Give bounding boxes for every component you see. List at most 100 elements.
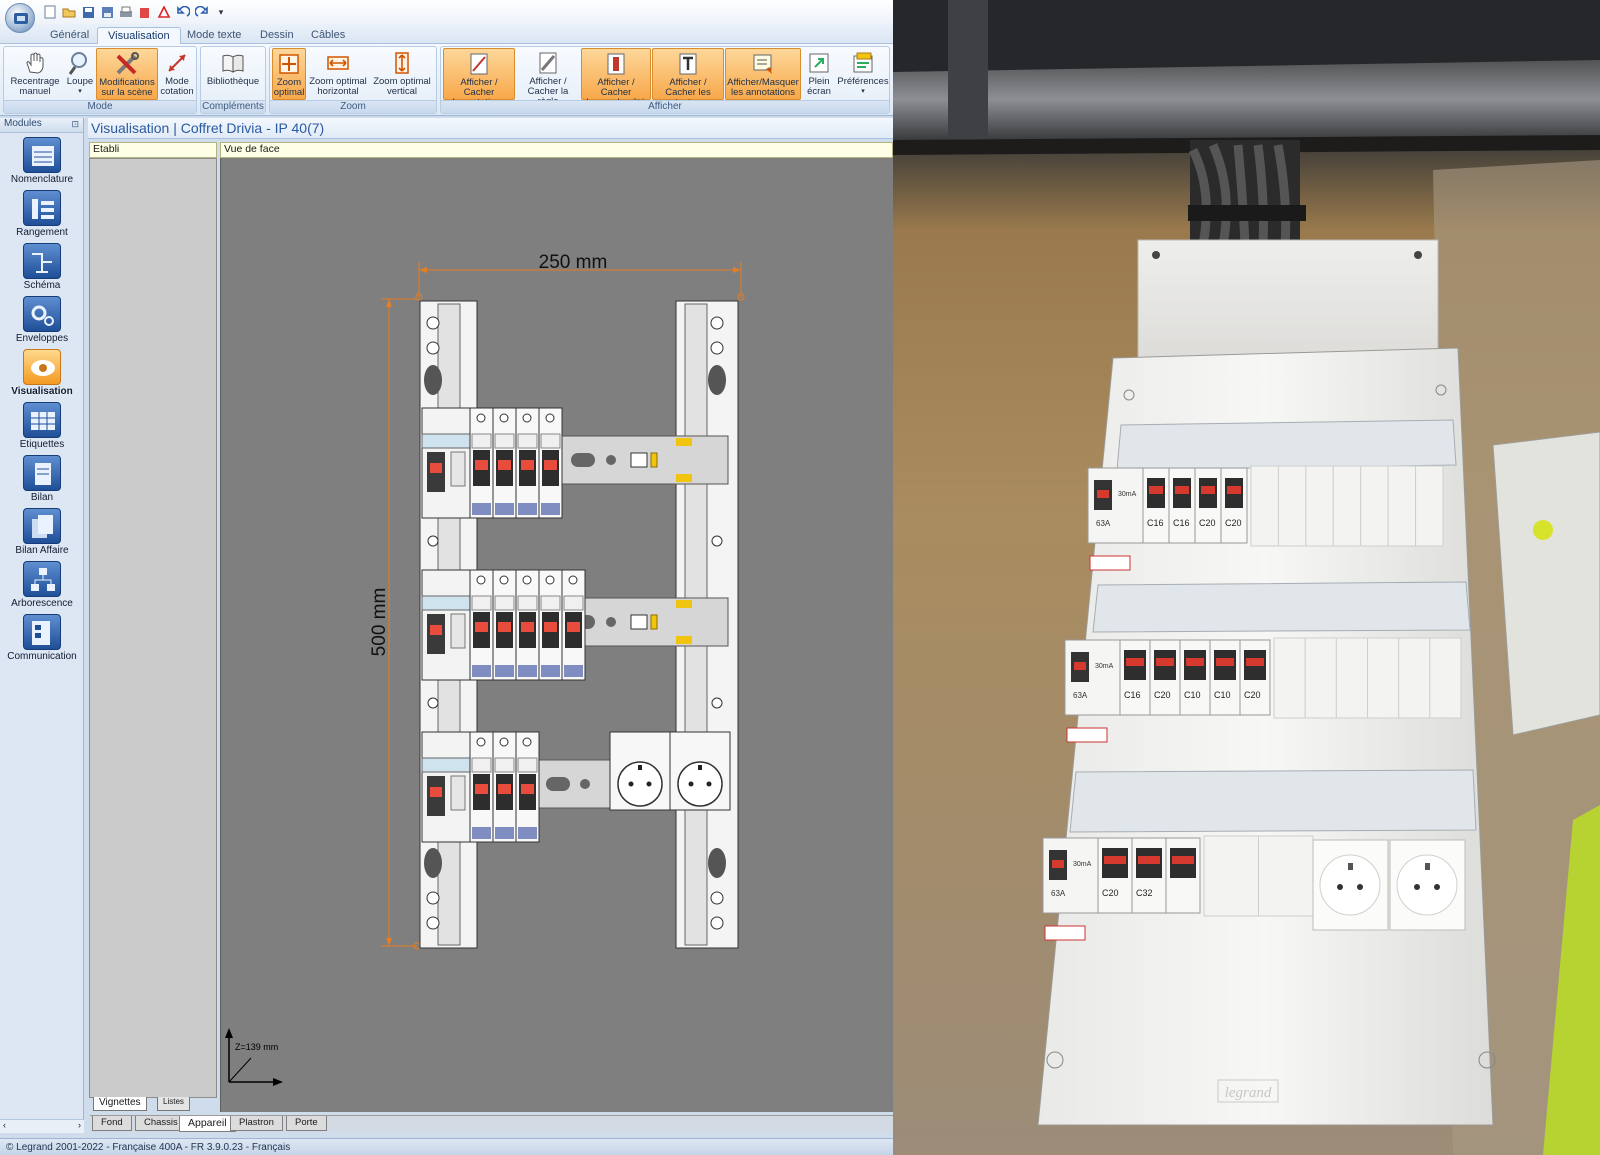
plein-ecran-button[interactable]: Plein écran [802,48,836,100]
annotation-icon [753,54,772,74]
loupe-dropdown-icon[interactable]: ▾ [64,87,96,97]
photo-electrical-panel: legrand 63A 30mA C16 C16 C20 C20 63A 30mA C16 C20… [893,0,1600,1155]
circuit-breaker[interactable] [469,569,494,681]
save-as-icon[interactable] [99,4,115,20]
application-window: ▾ Général Visualisation Mode texte Dessi… [0,0,893,1155]
afficher-textes-button[interactable]: Afficher / Cacher les textes [652,48,724,108]
redo-icon[interactable] [194,4,210,20]
ribbon: Recentrage manuel Loupe ▾ Modifications … [0,44,893,116]
module-label: Schéma [23,280,61,291]
svg-text:30mA: 30mA [1095,663,1114,670]
bibliotheque-button[interactable]: Bibliothèque [203,48,263,100]
open-folder-icon[interactable] [61,4,77,20]
documents-icon [23,508,61,544]
group-label-complements: Compléments [201,100,265,113]
tab-cables[interactable]: Câbles [301,27,355,44]
differential-switch-row-3[interactable] [421,731,471,843]
preferences-button[interactable]: Préférences ▾ [837,48,889,100]
save-icon[interactable] [80,4,96,20]
labels-icon [23,402,61,438]
svg-text:63A: 63A [1051,889,1066,898]
circuit-breaker[interactable] [469,407,494,519]
module-sch-ma[interactable]: Schéma [0,243,84,295]
afficher-vue-de-cote-button[interactable]: Afficher / Cacher la vue de côté [581,48,651,108]
circuit-breaker[interactable] [538,407,563,519]
group-label-afficher: Afficher [441,100,889,113]
pdf-icon[interactable] [156,4,172,20]
socket-outlet-1[interactable] [609,731,671,811]
tab-dessin[interactable]: Dessin [250,27,304,44]
circuit-breaker[interactable] [515,569,540,681]
circuit-breaker[interactable] [492,569,517,681]
document-icon [23,455,61,491]
etabli-panel[interactable] [89,158,217,1098]
group-label-mode: Mode [4,100,196,113]
differential-switch-row-2[interactable] [421,569,471,681]
modules-scrollbar[interactable]: ‹ › [0,1119,84,1133]
afficher-annotations-button[interactable]: Afficher/Masquer les annotations [725,48,801,100]
module-visualisation[interactable]: Visualisation [0,349,84,401]
pin-icon[interactable]: ⊡ [71,119,79,130]
module-communication[interactable]: Communication [0,614,84,666]
svg-text:C32: C32 [1136,888,1153,898]
circuit-breaker[interactable] [492,731,517,843]
zoom-optimal-horizontal-button[interactable]: Zoom optimal horizontal [307,48,369,100]
svg-text:30mA: 30mA [1073,861,1092,868]
scroll-right-icon[interactable]: › [78,1120,81,1130]
tab-vignettes[interactable]: Vignettes [93,1097,147,1111]
drawing-canvas[interactable]: 250 mm 500 mm Z=139 mm [220,158,893,1112]
circuit-breaker[interactable] [515,731,540,843]
application-menu-button[interactable] [5,3,35,33]
undo-icon[interactable] [175,4,191,20]
tab-mode-texte[interactable]: Mode texte [177,27,251,44]
module-bilan-affaire[interactable]: Bilan Affaire [0,508,84,560]
module-arborescence[interactable]: Arborescence [0,561,84,613]
circuit-breaker[interactable] [538,569,563,681]
dimension-width: 250 mm [415,252,745,301]
export-icon[interactable] [137,4,153,20]
module-label: Arborescence [11,598,73,609]
din-rail-row-3 [421,731,611,843]
tab-porte[interactable]: Porte [286,1116,327,1131]
tab-visualisation[interactable]: Visualisation [97,27,181,44]
afficher-regle-button[interactable]: Afficher / Cacher la règle [516,48,580,107]
differential-switch-row-1[interactable] [421,407,471,519]
circuit-breaker[interactable] [492,407,517,519]
tab-appareil[interactable]: Appareil [179,1116,236,1132]
tab-general[interactable]: Général [40,27,99,44]
recentrage-manuel-button[interactable]: Recentrage manuel [6,48,64,100]
module-bilan[interactable]: Bilan [0,455,84,507]
loupe-button[interactable]: Loupe ▾ [64,48,96,100]
view-header: Vue de face [220,142,893,158]
magnifier-icon [68,52,87,75]
circuit-breaker[interactable] [469,731,494,843]
preferences-dropdown-icon[interactable]: ▾ [837,87,889,97]
module-label: Rangement [16,227,68,238]
new-file-icon[interactable] [42,4,58,20]
zoom-optimal-vertical-button[interactable]: Zoom optimal vertical [370,48,434,100]
dimension-icon [168,54,186,72]
afficher-cotations-button[interactable]: Afficher / Cacher les cotations [443,48,515,108]
tab-fond[interactable]: Fond [92,1116,132,1131]
module-label: Bilan [30,492,54,503]
mode-cotation-button[interactable]: Mode cotation [159,48,195,100]
zoom-optimal-button[interactable]: Zoom optimal [272,48,306,100]
module-nomenclature[interactable]: Nomenclature [0,137,84,189]
svg-text:C20: C20 [1102,888,1119,898]
circuit-breaker[interactable] [561,569,586,681]
module-enveloppes[interactable]: Enveloppes [0,296,84,348]
tab-listes[interactable]: Listes [157,1097,190,1111]
preferences-icon [853,52,873,73]
scroll-left-icon[interactable]: ‹ [3,1120,6,1130]
module-rangement[interactable]: Rangement [0,190,84,242]
module-label: Enveloppes [15,333,69,344]
tab-plastron[interactable]: Plastron [230,1116,283,1131]
print-icon[interactable] [118,4,134,20]
module-etiquettes[interactable]: Etiquettes [0,402,84,454]
hand-icon [26,52,44,74]
socket-outlet-2[interactable] [669,731,731,811]
circuit-breaker[interactable] [515,407,540,519]
qat-dropdown-icon[interactable]: ▾ [213,4,229,20]
fullscreen-icon [809,53,829,73]
modifications-sur-la-scene-button[interactable]: Modifications sur la scène [96,48,158,100]
